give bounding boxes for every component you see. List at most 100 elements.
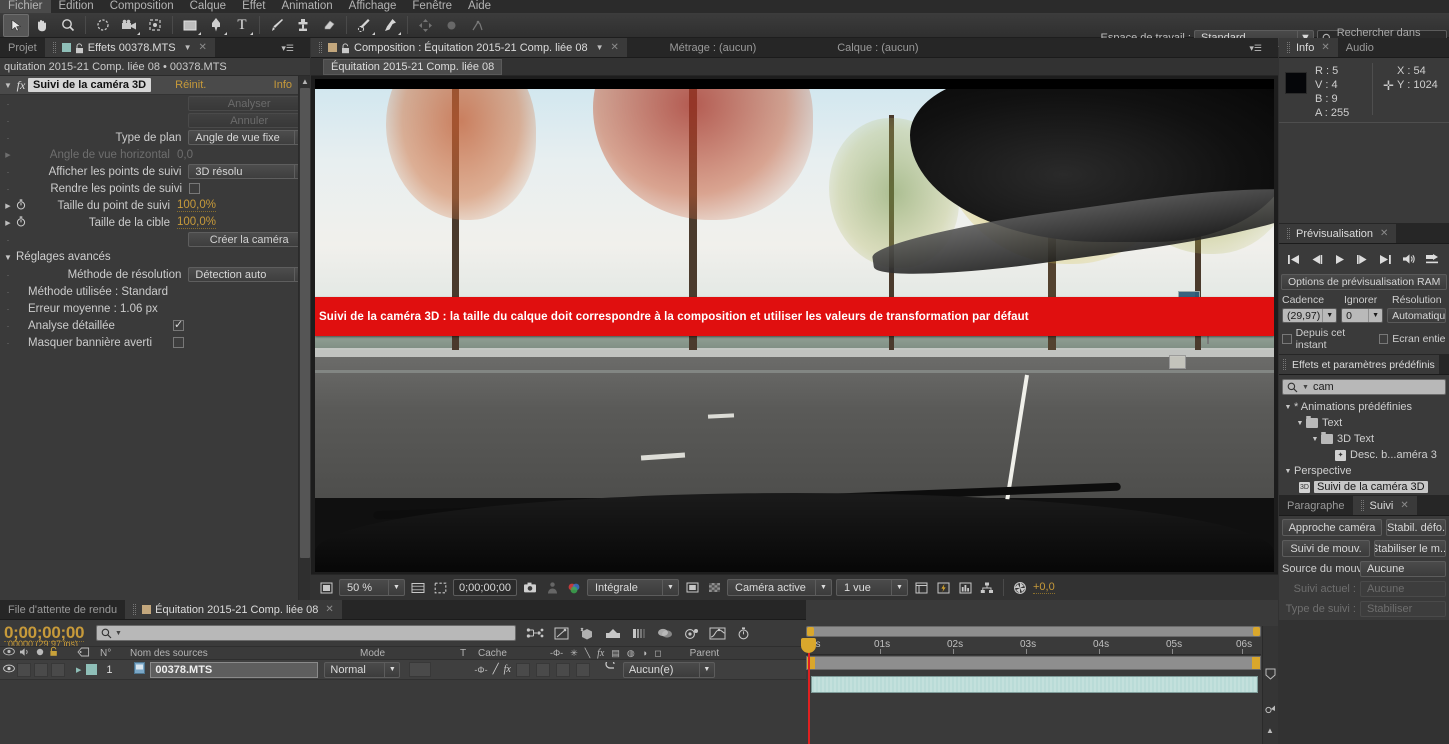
chevron-down-icon[interactable]: ▼: [115, 630, 122, 637]
prop-checkbox-rendre-points[interactable]: [189, 183, 200, 194]
resolution-select[interactable]: Intégrale ▼: [587, 579, 679, 596]
layer-label-color[interactable]: [86, 664, 97, 675]
chevron-down-icon[interactable]: ▼: [184, 43, 192, 52]
work-area-end-handle[interactable]: [1252, 657, 1260, 669]
layer-lock-toggle[interactable]: [51, 663, 65, 677]
snapshot-camera-icon[interactable]: [521, 579, 539, 597]
graph-editor-icon[interactable]: [707, 623, 727, 643]
enable-motion-blur-icon[interactable]: [629, 623, 649, 643]
composition-canvas[interactable]: Suivi de la caméra 3D : la taille du cal…: [315, 79, 1274, 572]
scroll-up-icon[interactable]: ▲: [301, 77, 309, 86]
next-frame-icon[interactable]: [1352, 250, 1373, 268]
nav-handle-left[interactable]: [807, 627, 814, 636]
audio-toggle-icon[interactable]: [1398, 250, 1419, 268]
effects-tree-row-text[interactable]: ▼ Text: [1279, 415, 1449, 431]
brainstorm-icon[interactable]: [655, 623, 675, 643]
create-camera-button[interactable]: Créer la caméra: [188, 232, 310, 247]
transparency-grid-icon[interactable]: [705, 579, 723, 597]
layer-solo-toggle[interactable]: [34, 663, 48, 677]
auto-keyframe-icon[interactable]: [681, 623, 701, 643]
toggle-view-layout-icon[interactable]: [317, 579, 335, 597]
masquer-banniere-checkbox[interactable]: [173, 337, 184, 348]
dra-draft-3d-icon[interactable]: [551, 623, 571, 643]
nav-handle-right[interactable]: [1253, 627, 1260, 636]
prop-dropdown-afficher-points[interactable]: 3D résolu ▼: [188, 164, 310, 179]
layer-parent-select[interactable]: Aucun(e) ▼: [623, 662, 715, 678]
timeline-zoom-navigator[interactable]: [806, 626, 1261, 637]
disclosure-triangle-icon[interactable]: ▶: [2, 151, 14, 159]
layer-duration-bar[interactable]: [811, 676, 1258, 693]
tab-previsualisation[interactable]: Prévisualisation ✕: [1279, 224, 1396, 243]
audio-speaker-icon[interactable]: [19, 647, 31, 660]
layer-name[interactable]: 00378.MTS: [150, 662, 318, 678]
selection-tool-icon[interactable]: [3, 14, 29, 37]
camera-tool-icon[interactable]: [116, 14, 142, 37]
exposure-value[interactable]: +0,0: [1033, 581, 1055, 594]
menu-item-effet[interactable]: Effet: [234, 0, 273, 13]
close-icon[interactable]: ✕: [199, 42, 207, 53]
layer-switch-2[interactable]: [536, 663, 550, 677]
tab-effets[interactable]: Effets 00378.MTS ▼ ✕: [45, 38, 215, 57]
comp-flowchart-icon[interactable]: [978, 579, 996, 597]
menu-item-calque[interactable]: Calque: [182, 0, 234, 13]
layer-switch-1[interactable]: [516, 663, 530, 677]
ignorer-select[interactable]: 0 ▼: [1341, 308, 1383, 323]
cadence-select[interactable]: (29,97) ▼: [1282, 308, 1337, 323]
fast-previews-icon[interactable]: [934, 579, 952, 597]
text-tool-icon[interactable]: T: [229, 14, 255, 37]
reset-link[interactable]: Réinit.: [175, 79, 206, 91]
zoom-tool-icon[interactable]: [55, 14, 81, 37]
stopwatch-icon[interactable]: [14, 199, 27, 213]
warp-stabilizer-button[interactable]: Stabil. défo.: [1386, 519, 1446, 536]
tab-calque[interactable]: Calque : (aucun): [799, 38, 957, 57]
layer-switch-4[interactable]: [576, 663, 590, 677]
channel-rgb-icon[interactable]: [565, 579, 583, 597]
pixel-aspect-correction-icon[interactable]: [912, 579, 930, 597]
effects-search-field[interactable]: ▼ cam: [1282, 379, 1446, 395]
composition-viewer[interactable]: Suivi de la caméra 3D : la taille du cal…: [311, 76, 1278, 576]
exposure-icon[interactable]: [1011, 579, 1029, 597]
close-icon[interactable]: ✕: [1321, 42, 1329, 53]
disclosure-triangle-icon[interactable]: ▼: [1282, 468, 1294, 475]
current-time-indicator[interactable]: [808, 638, 810, 744]
layer-mode-select[interactable]: Normal ▼: [324, 662, 400, 678]
rotate-tool-icon[interactable]: [90, 14, 116, 37]
preview-resolution-select[interactable]: Automatique: [1387, 308, 1446, 323]
close-icon[interactable]: ✕: [1380, 228, 1388, 239]
current-time-display[interactable]: 0;00;00;00: [453, 579, 517, 596]
frame-blend-switch-icon[interactable]: ▤: [611, 648, 620, 659]
disclosure-triangle-icon[interactable]: ▼: [4, 253, 16, 262]
info-link[interactable]: Info: [274, 79, 292, 91]
clone-stamp-tool-icon[interactable]: [290, 14, 316, 37]
prop-value-taille-point[interactable]: 100,0%: [177, 199, 216, 212]
menu-item-edition[interactable]: Edition: [51, 0, 102, 13]
quality-switch-icon[interactable]: ╲: [585, 648, 590, 659]
menu-item-composition[interactable]: Composition: [102, 0, 182, 13]
parent-pickwhip-icon[interactable]: [605, 662, 618, 677]
effects-tree-row-preset[interactable]: ✦ Desc. b...améra 3: [1279, 447, 1449, 463]
effects-tree-row-3dtext[interactable]: ▼ 3D Text: [1279, 431, 1449, 447]
composition-mini-flowchart-icon[interactable]: [525, 623, 545, 643]
effects-tree-row-camera-tracker[interactable]: 3D Suivi de la caméra 3D: [1279, 479, 1449, 495]
work-area-bar[interactable]: [806, 656, 1261, 670]
motion-track-button[interactable]: Suivi de mouv.: [1282, 540, 1370, 557]
tab-composition[interactable]: Composition : Équitation 2015-21 Comp. l…: [311, 38, 627, 57]
layer-quality-toggle-icon[interactable]: ╱: [493, 664, 499, 675]
timeline-nav-icon[interactable]: [956, 579, 974, 597]
shy-switch-icon[interactable]: -Φ-: [550, 648, 563, 658]
motion-blur-switch-icon[interactable]: ◍: [627, 648, 635, 659]
lock-icon[interactable]: [49, 646, 59, 660]
timeline-search-field[interactable]: ▼: [96, 625, 516, 641]
chevron-down-icon[interactable]: ▼: [596, 43, 604, 52]
chevron-down-icon[interactable]: ▼: [1302, 384, 1309, 391]
roto-brush-tool-icon[interactable]: [351, 14, 377, 37]
snapping-tool-icon[interactable]: [464, 14, 490, 37]
timeline-ruler[interactable]: 0s 01s 02s 03s 04s 05s 06s: [806, 638, 1261, 655]
views-select[interactable]: 1 vue ▼: [836, 579, 908, 596]
menu-item-animation[interactable]: Animation: [274, 0, 341, 13]
analyse-button[interactable]: Analyser: [188, 96, 310, 111]
disclosure-triangle-icon[interactable]: ▼: [1294, 420, 1306, 427]
pan-behind-tool-icon[interactable]: [142, 14, 168, 37]
close-icon[interactable]: ✕: [1400, 500, 1408, 511]
three-d-switch-icon[interactable]: ◻: [654, 648, 661, 659]
